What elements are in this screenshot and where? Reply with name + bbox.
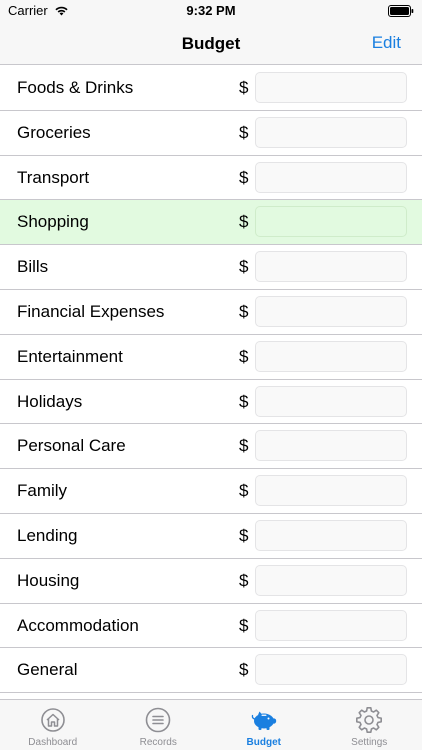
category-label: Family [17,481,68,501]
budget-row[interactable]: Transport $ [0,155,422,201]
currency-symbol: $ [239,660,249,680]
budget-screen: Carrier 9:32 PM Budget Edit Foods & Drin… [0,0,422,750]
budget-amount-input[interactable] [255,564,407,596]
category-label: Lending [17,525,78,545]
budget-row[interactable]: Foods & Drinks $ [0,66,422,111]
budget-row[interactable]: Bills $ [0,245,422,290]
category-label: Financial Expenses [17,301,165,321]
currency-symbol: $ [239,301,249,321]
budget-row[interactable]: Holidays $ [0,379,422,425]
budget-row[interactable]: Family $ [0,469,422,514]
category-label: Personal Care [17,436,126,456]
budget-category-list[interactable]: Foods & Drinks $ Groceries $ Transport $ Shopp… [0,66,422,699]
tab-bar: Dashboard Records Budget Settings [0,699,422,750]
tab-records-label: Records [139,737,177,748]
tab-budget-label: Budget [246,737,281,748]
currency-symbol: $ [239,615,249,635]
budget-amount-input[interactable] [255,161,407,193]
budget-row[interactable]: General $ [0,648,422,694]
gear-icon [356,706,383,733]
category-label: Shopping [17,212,89,232]
currency-symbol: $ [239,212,249,232]
navigation-bar: Budget Edit [0,22,422,65]
tab-settings-label: Settings [351,737,388,748]
budget-amount-input[interactable] [255,251,407,283]
budget-amount-input[interactable] [255,654,407,686]
budget-amount-input[interactable] [255,430,407,462]
tab-records[interactable]: Records [106,700,212,750]
category-label: Foods & Drinks [17,78,134,97]
currency-symbol: $ [239,346,249,366]
currency-symbol: $ [239,525,249,545]
category-label: Entertainment [17,346,123,366]
budget-row[interactable]: Groceries $ [0,110,422,156]
currency-symbol: $ [239,436,249,456]
budget-amount-input[interactable] [255,475,407,507]
budget-amount-input[interactable] [255,295,407,327]
currency-symbol: $ [239,167,249,187]
category-label: Accommodation [17,615,139,635]
currency-symbol: $ [239,391,249,411]
currency-symbol: $ [239,257,249,277]
tab-dashboard[interactable]: Dashboard [0,700,106,750]
budget-row[interactable]: Accommodation $ [0,603,422,649]
home-icon [40,708,65,732]
budget-amount-input[interactable] [255,519,407,551]
currency-symbol: $ [239,570,249,590]
category-label: Groceries [17,122,91,142]
currency-symbol: $ [239,122,249,142]
budget-row[interactable]: Financial Expenses $ [0,289,422,335]
edit-button[interactable]: Edit [372,33,401,53]
budget-row[interactable]: Personal Care $ [0,424,422,470]
battery-icon [388,5,414,17]
budget-row[interactable]: Housing $ [0,558,422,604]
budget-amount-input[interactable] [255,206,407,238]
category-label: Bills [17,257,49,277]
tab-dashboard-label: Dashboard [28,737,78,748]
tab-budget[interactable]: Budget [211,700,317,750]
budget-amount-input[interactable] [255,72,407,103]
currency-symbol: $ [239,78,249,97]
tab-settings[interactable]: Settings [317,700,422,750]
currency-symbol: $ [239,481,249,501]
budget-row[interactable]: Lending $ [0,513,422,559]
budget-amount-input[interactable] [255,340,407,372]
budget-row[interactable]: Entertainment $ [0,334,422,380]
category-label: Transport [17,167,90,187]
budget-amount-input[interactable] [255,385,407,417]
piggy-bank-icon [251,711,276,730]
category-label: General [17,660,78,680]
budget-row[interactable]: Shopping $ [0,200,422,246]
clock: 9:32 PM [186,3,236,18]
status-bar: Carrier 9:32 PM [0,0,422,22]
page-title: Budget [181,34,241,53]
budget-amount-input[interactable] [255,116,407,148]
list-icon [145,707,171,733]
category-label: Holidays [17,391,83,411]
category-label: Housing [17,570,80,590]
budget-amount-input[interactable] [255,609,407,641]
